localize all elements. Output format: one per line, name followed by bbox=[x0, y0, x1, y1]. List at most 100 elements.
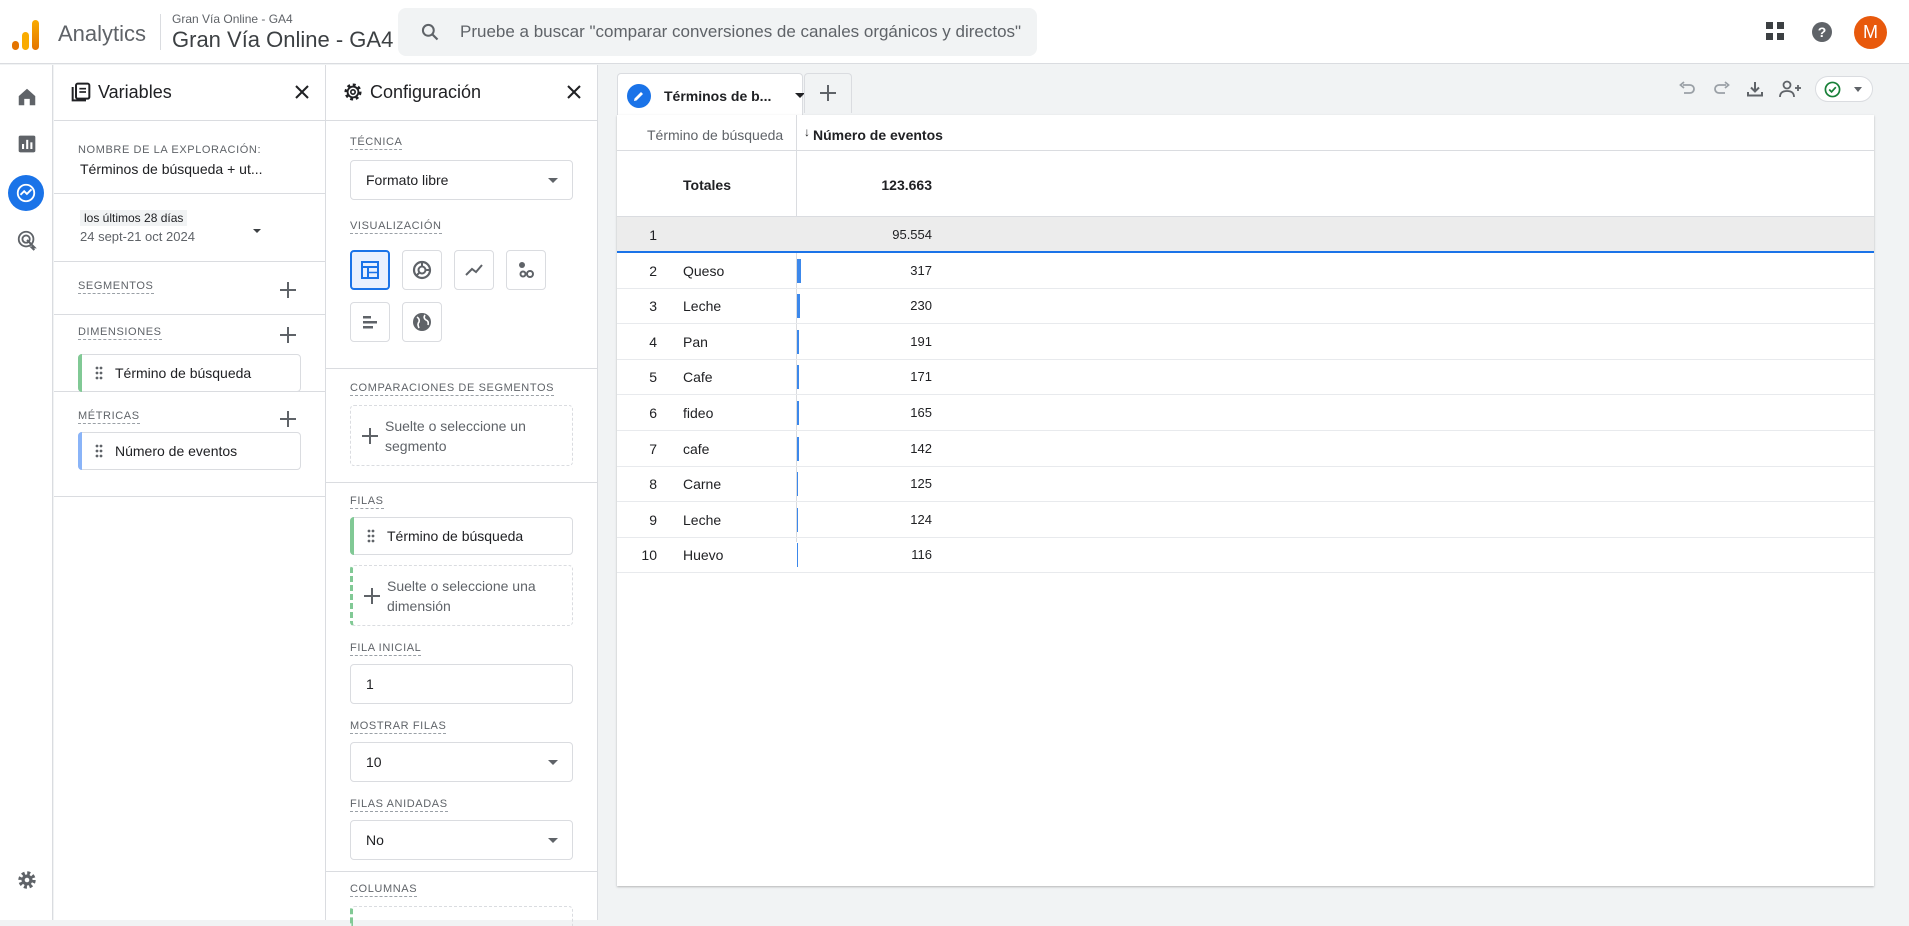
table-row[interactable]: 3 Leche 230 bbox=[617, 288, 1874, 325]
divider bbox=[54, 496, 325, 497]
row-number: 5 bbox=[649, 369, 657, 386]
drag-handle-icon[interactable] bbox=[95, 366, 103, 380]
table-row[interactable]: 7 cafe 142 bbox=[617, 431, 1874, 467]
segment-comparisons-label: COMPARACIONES DE SEGMENTOS bbox=[350, 382, 555, 396]
segments-section: SEGMENTOS bbox=[54, 263, 325, 315]
download-icon[interactable] bbox=[1745, 79, 1765, 99]
search-term-cell: Leche bbox=[683, 298, 722, 315]
event-count-cell: 95.554 bbox=[892, 227, 932, 242]
row-chip[interactable]: Término de búsqueda bbox=[350, 517, 573, 555]
table-row[interactable]: 1 95.554 bbox=[617, 217, 1874, 253]
dimension-column-header[interactable]: Término de búsqueda bbox=[647, 127, 783, 143]
search-term-cell: cafe bbox=[683, 440, 710, 457]
settings-icon[interactable] bbox=[12, 865, 42, 895]
event-count-cell: 165 bbox=[910, 405, 932, 420]
row-number: 10 bbox=[641, 547, 657, 564]
row-number: 4 bbox=[649, 333, 657, 350]
column-drop-zone[interactable] bbox=[350, 906, 573, 926]
chevron-down-icon bbox=[548, 838, 558, 843]
share-icon[interactable] bbox=[1778, 79, 1802, 99]
analytics-logo-icon[interactable] bbox=[12, 18, 40, 50]
chevron-down-icon bbox=[548, 760, 558, 765]
home-icon[interactable] bbox=[12, 82, 42, 112]
help-icon[interactable]: ? bbox=[1810, 20, 1834, 44]
variables-icon bbox=[71, 82, 91, 102]
table-row[interactable]: 5 Cafe 171 bbox=[617, 359, 1874, 396]
bar-chart-icon bbox=[363, 316, 377, 329]
technique-label: TÉCNICA bbox=[350, 136, 403, 150]
rows-label: FILAS bbox=[350, 495, 384, 509]
config-panel: Configuración TÉCNICA Formato libre VISU… bbox=[326, 65, 598, 926]
viz-table-button[interactable] bbox=[350, 250, 390, 290]
tab-label: Términos de b... bbox=[664, 88, 772, 104]
nested-rows-select[interactable]: No bbox=[350, 820, 573, 860]
metrics-label: MÉTRICAS bbox=[78, 410, 140, 424]
add-icon bbox=[820, 85, 836, 101]
start-row-input[interactable]: 1 bbox=[350, 664, 573, 704]
metric-column-header[interactable]: Número de eventos bbox=[813, 127, 943, 143]
technique-value: Formato libre bbox=[366, 172, 449, 188]
table-icon bbox=[361, 261, 379, 279]
undo-icon[interactable] bbox=[1677, 79, 1697, 99]
chevron-down-icon[interactable] bbox=[253, 229, 261, 233]
viz-line-button[interactable] bbox=[454, 250, 494, 290]
tab-exploration[interactable]: Términos de b... bbox=[617, 73, 805, 115]
table-row[interactable]: 2 Queso 317 bbox=[617, 253, 1874, 289]
sort-descending-icon[interactable]: ↓ bbox=[804, 125, 810, 139]
event-count-cell: 125 bbox=[910, 476, 932, 492]
show-rows-label: MOSTRAR FILAS bbox=[350, 720, 447, 734]
totals-value: 123.663 bbox=[881, 177, 932, 193]
divider bbox=[326, 368, 597, 369]
exploration-name-field[interactable]: Términos de búsqueda + ut... bbox=[80, 161, 263, 177]
viz-geo-button[interactable] bbox=[402, 302, 442, 342]
add-metric-icon[interactable] bbox=[280, 411, 296, 427]
segment-drop-zone[interactable]: Suelte o seleccione un segmento bbox=[350, 405, 573, 466]
metric-chip[interactable]: Número de eventos bbox=[78, 432, 301, 470]
add-dimension-icon[interactable] bbox=[280, 327, 296, 343]
viz-scatter-button[interactable] bbox=[506, 250, 546, 290]
close-icon[interactable] bbox=[565, 83, 583, 101]
search-placeholder: Pruebe a buscar "comparar conversiones d… bbox=[460, 22, 1022, 41]
add-tab-button[interactable] bbox=[804, 73, 852, 113]
row-drop-zone[interactable]: Suelte o seleccione una dimensión bbox=[350, 565, 573, 626]
table-row[interactable]: 4 Pan 191 bbox=[617, 324, 1874, 360]
app-name: Analytics bbox=[58, 21, 147, 46]
event-count-cell: 142 bbox=[910, 440, 932, 456]
line-chart-icon bbox=[465, 264, 483, 276]
table-row[interactable]: 10 Huevo 116 bbox=[617, 537, 1874, 574]
table-row[interactable]: 8 Carne 125 bbox=[617, 466, 1874, 503]
start-row-value: 1 bbox=[366, 676, 374, 692]
metric-chip-label: Número de eventos bbox=[115, 443, 238, 459]
close-icon[interactable] bbox=[293, 83, 311, 101]
divider bbox=[326, 871, 597, 872]
search-bar[interactable]: Pruebe a buscar "comparar conversiones d… bbox=[398, 8, 1037, 56]
dimension-chip[interactable]: Término de búsqueda bbox=[78, 354, 301, 392]
table-row[interactable]: 6 fideo 165 bbox=[617, 395, 1874, 431]
edit-icon[interactable] bbox=[627, 84, 651, 108]
drag-handle-icon[interactable] bbox=[95, 444, 103, 458]
nested-rows-value: No bbox=[366, 832, 384, 848]
config-header: Configuración bbox=[326, 65, 597, 121]
viz-donut-button[interactable] bbox=[402, 250, 442, 290]
viz-bar-button[interactable] bbox=[350, 302, 390, 342]
row-number: 8 bbox=[649, 476, 657, 493]
variables-title: Variables bbox=[98, 82, 172, 102]
left-nav-rail bbox=[0, 65, 53, 920]
explore-icon[interactable] bbox=[8, 175, 44, 211]
avatar[interactable]: M bbox=[1854, 16, 1887, 49]
date-range-picker[interactable]: los últimos 28 días 24 sept-21 oct 2024 bbox=[54, 195, 325, 262]
redo-icon[interactable] bbox=[1712, 79, 1732, 99]
technique-select[interactable]: Formato libre bbox=[350, 160, 573, 200]
drag-handle-icon[interactable] bbox=[367, 529, 375, 543]
add-segment-icon[interactable] bbox=[280, 282, 296, 298]
totals-label: Totales bbox=[683, 177, 731, 193]
table-row[interactable]: 9 Leche 124 bbox=[617, 502, 1874, 538]
status-menu-button[interactable] bbox=[1815, 76, 1873, 102]
advertising-icon[interactable] bbox=[12, 225, 42, 255]
exploration-canvas: Términos de b... Término de búsqueda ↓ N… bbox=[599, 65, 1909, 920]
show-rows-select[interactable]: 10 bbox=[350, 742, 573, 782]
apps-grid-icon[interactable] bbox=[1764, 20, 1786, 42]
property-selector[interactable]: Gran Vía Online - GA4 bbox=[172, 27, 393, 53]
account-name[interactable]: Gran Vía Online - GA4 bbox=[172, 12, 293, 26]
reports-icon[interactable] bbox=[12, 129, 42, 159]
